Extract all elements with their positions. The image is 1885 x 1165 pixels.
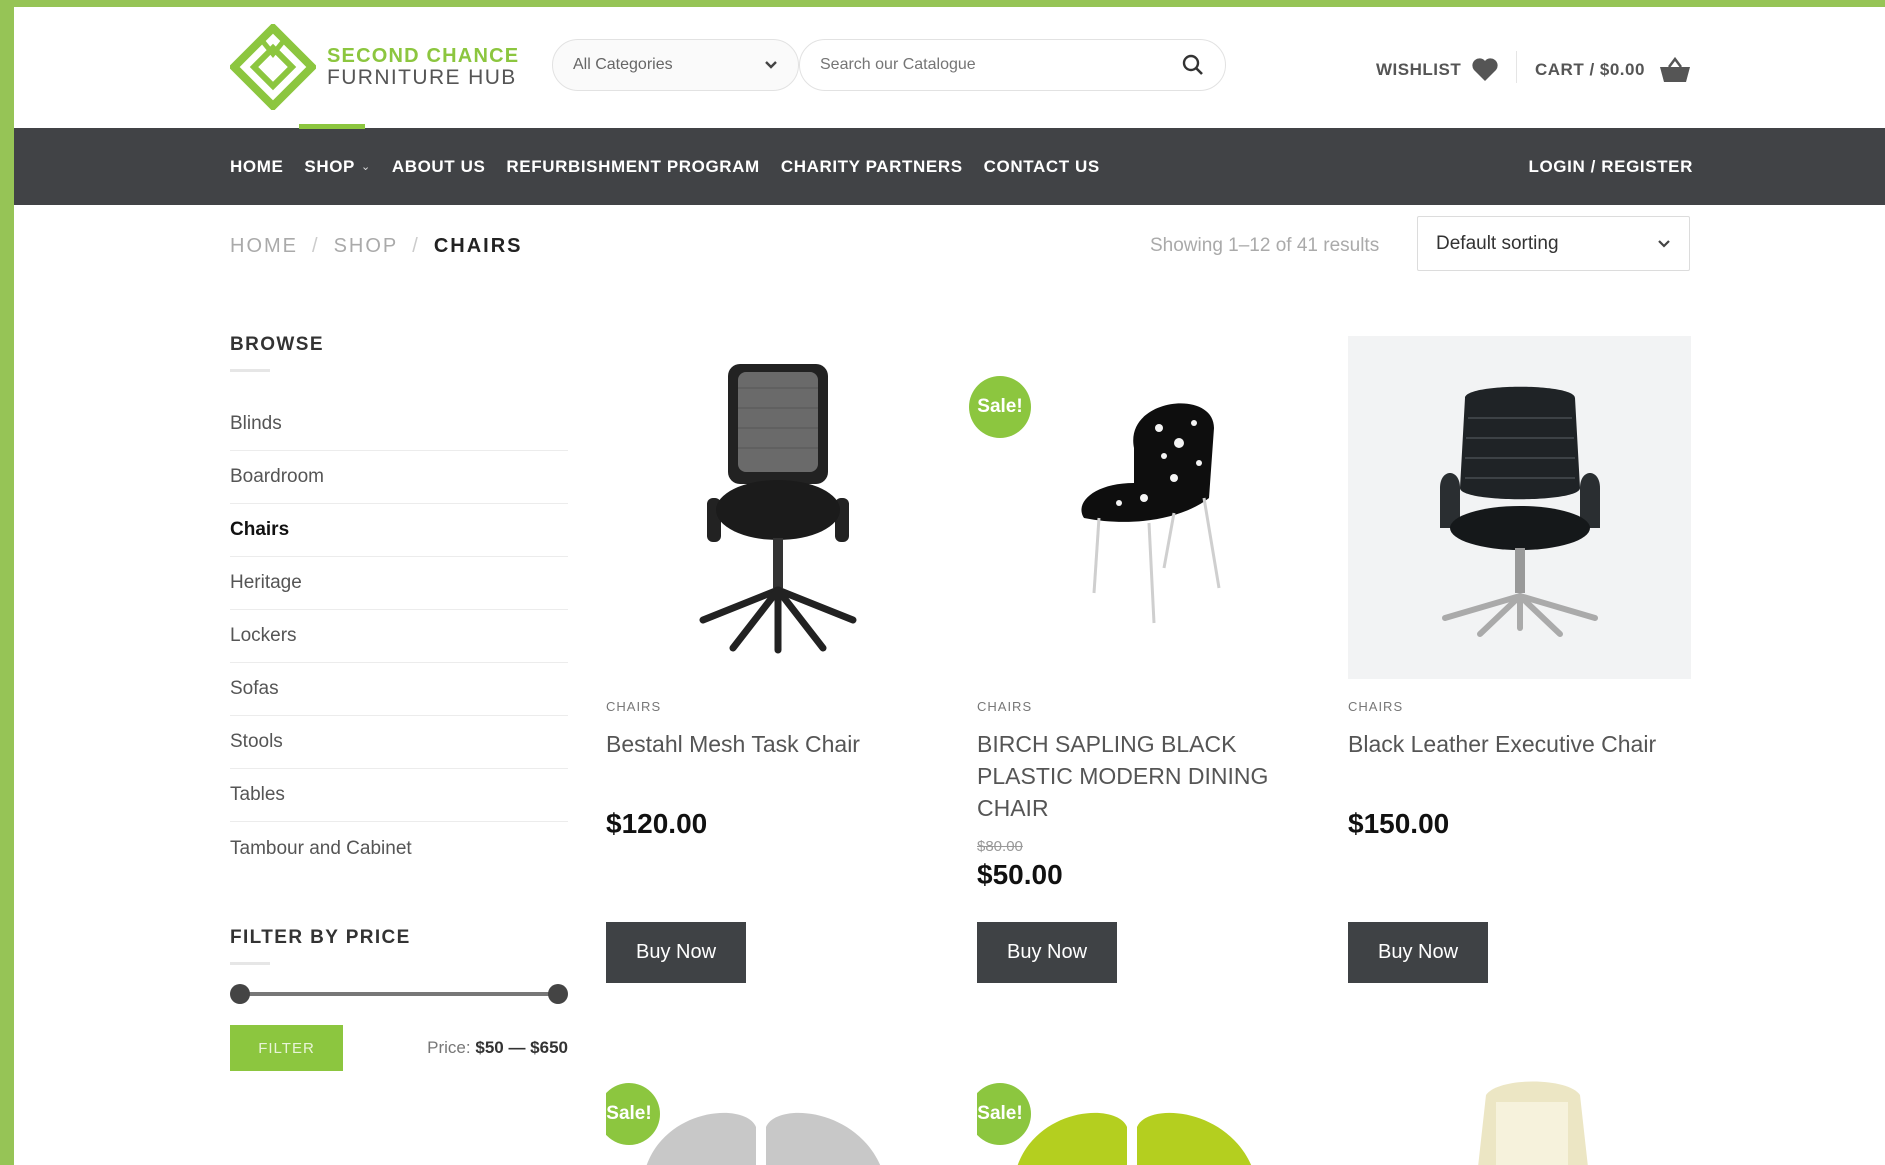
buy-now-button[interactable]: Buy Now xyxy=(606,922,746,983)
breadcrumb-sep: / xyxy=(412,235,420,257)
category-item-tables[interactable]: Tables xyxy=(230,769,568,822)
search-icon[interactable] xyxy=(1181,53,1205,77)
logo-diamond-icon xyxy=(230,24,316,110)
product-category[interactable]: CHAIRS xyxy=(606,699,949,714)
breadcrumb-sep: / xyxy=(312,235,320,257)
price-range-text: Price: $50 — $650 xyxy=(427,1038,568,1058)
dining-chair-image xyxy=(1080,402,1220,623)
category-list: Blinds Boardroom Chairs Heritage Lockers… xyxy=(230,398,568,875)
breadcrumb-home[interactable]: HOME xyxy=(230,235,298,258)
sale-badge: Sale! xyxy=(969,376,1031,438)
price-slider[interactable] xyxy=(230,983,568,1005)
category-item-heritage[interactable]: Heritage xyxy=(230,557,568,610)
filter-button[interactable]: FILTER xyxy=(230,1025,343,1071)
search-box xyxy=(799,39,1226,91)
browse-title: BROWSE xyxy=(230,334,324,355)
cart-link[interactable]: CART / $0.00 xyxy=(1535,57,1691,83)
breadcrumb-current: CHAIRS xyxy=(433,235,523,257)
cream-chair-image[interactable] xyxy=(1348,1067,1691,1165)
header-divider xyxy=(1516,51,1517,83)
product-category[interactable]: CHAIRS xyxy=(977,699,1320,714)
nav-home[interactable]: HOME xyxy=(230,157,283,177)
product-name[interactable]: Bestahl Mesh Task Chair xyxy=(606,728,949,792)
mesh-task-chair-image xyxy=(699,363,856,653)
category-item-blinds[interactable]: Blinds xyxy=(230,398,568,451)
sort-select-value: Default sorting xyxy=(1436,232,1559,254)
site-header: SECOND CHANCE FURNITURE HUB All Categori… xyxy=(14,7,1885,128)
title-underline xyxy=(230,369,270,372)
nav-shop[interactable]: SHOP ⌄ xyxy=(304,157,370,177)
breadcrumb: HOME / SHOP / CHAIRS xyxy=(230,235,522,258)
product-name[interactable]: Black Leather Executive Chair xyxy=(1348,728,1691,792)
price-filter: FILTER BY PRICE FILTER Price: $50 — $650 xyxy=(230,927,568,1071)
product-name[interactable]: BIRCH SAPLING BLACK PLASTIC MODERN DININ… xyxy=(977,728,1320,824)
cart-label: CART / $0.00 xyxy=(1535,60,1645,79)
product-price: $50.00 xyxy=(977,859,1063,890)
category-item-boardroom[interactable]: Boardroom xyxy=(230,451,568,504)
product-card: CHAIRS Bestahl Mesh Task Chair $120.00 B… xyxy=(606,336,949,983)
login-register-link[interactable]: LOGIN / REGISTER xyxy=(1528,128,1693,205)
category-item-sofas[interactable]: Sofas xyxy=(230,663,568,716)
product-price: $150.00 xyxy=(1348,808,1450,839)
category-select[interactable]: All Categories xyxy=(552,39,799,91)
price-slider-max-handle[interactable] xyxy=(548,984,568,1004)
buy-now-button[interactable]: Buy Now xyxy=(1348,922,1488,983)
product-card: CHAIRS Black Leather Executive Chair $15… xyxy=(1348,336,1691,983)
logo-line-2: FURNITURE HUB xyxy=(327,66,517,89)
price-slider-min-handle[interactable] xyxy=(230,984,250,1004)
results-count: Showing 1–12 of 41 results xyxy=(1150,235,1380,256)
nav-active-indicator xyxy=(299,124,365,129)
product-card: Sale! xyxy=(977,1067,1320,1165)
product-image[interactable]: Sale! xyxy=(969,336,1320,679)
heart-icon xyxy=(1472,58,1498,81)
nav-about[interactable]: ABOUT US xyxy=(392,157,486,177)
sort-select[interactable]: Default sorting xyxy=(1417,216,1690,271)
nav-contact[interactable]: CONTACT US xyxy=(984,157,1100,177)
sidebar: BROWSE Blinds Boardroom Chairs Heritage … xyxy=(230,334,568,1071)
product-card: Sale! xyxy=(606,1067,949,1165)
chevron-down-icon xyxy=(1658,239,1670,248)
chevron-down-icon xyxy=(765,61,777,69)
buy-now-button[interactable]: Buy Now xyxy=(977,922,1117,983)
nav-shop-label: SHOP xyxy=(304,156,355,176)
price-filter-title: FILTER BY PRICE xyxy=(230,927,411,948)
category-item-chairs[interactable]: Chairs xyxy=(230,504,568,557)
wishlist-link[interactable]: WISHLIST xyxy=(1376,57,1499,82)
title-underline xyxy=(230,962,270,965)
product-card: Sale! CHAIRS BIRCH SAPLING BLACK PLASTIC… xyxy=(969,336,1320,983)
logo[interactable]: SECOND CHANCE FURNITURE HUB xyxy=(230,24,519,110)
price-range-value: $50 — $650 xyxy=(475,1038,568,1057)
search-input[interactable] xyxy=(820,56,1180,74)
page: SECOND CHANCE FURNITURE HUB All Categori… xyxy=(14,7,1885,1165)
product-old-price: $80.00 xyxy=(977,838,1023,855)
basket-icon xyxy=(1659,57,1690,82)
nav-charity[interactable]: CHARITY PARTNERS xyxy=(781,157,963,177)
product-image[interactable] xyxy=(1348,336,1691,679)
category-select-value: All Categories xyxy=(573,56,673,73)
price-label: Price: xyxy=(427,1038,471,1057)
breadcrumb-shop[interactable]: SHOP xyxy=(334,235,399,258)
executive-chair-image xyxy=(1439,386,1600,637)
product-category[interactable]: CHAIRS xyxy=(1348,699,1691,714)
category-item-tambour[interactable]: Tambour and Cabinet xyxy=(230,822,568,875)
chevron-down-icon: ⌄ xyxy=(360,161,371,173)
product-card xyxy=(1348,1067,1691,1165)
logo-line-1: SECOND CHANCE xyxy=(327,45,520,67)
wishlist-label: WISHLIST xyxy=(1376,59,1462,79)
price-slider-track xyxy=(240,992,558,996)
category-item-stools[interactable]: Stools xyxy=(230,716,568,769)
nav-refurbishment[interactable]: REFURBISHMENT PROGRAM xyxy=(506,157,759,177)
product-image[interactable] xyxy=(606,336,949,679)
category-item-lockers[interactable]: Lockers xyxy=(230,610,568,663)
main-nav: HOME SHOP ⌄ ABOUT US REFURBISHMENT PROGRA… xyxy=(14,128,1885,205)
product-price: $120.00 xyxy=(606,808,708,839)
